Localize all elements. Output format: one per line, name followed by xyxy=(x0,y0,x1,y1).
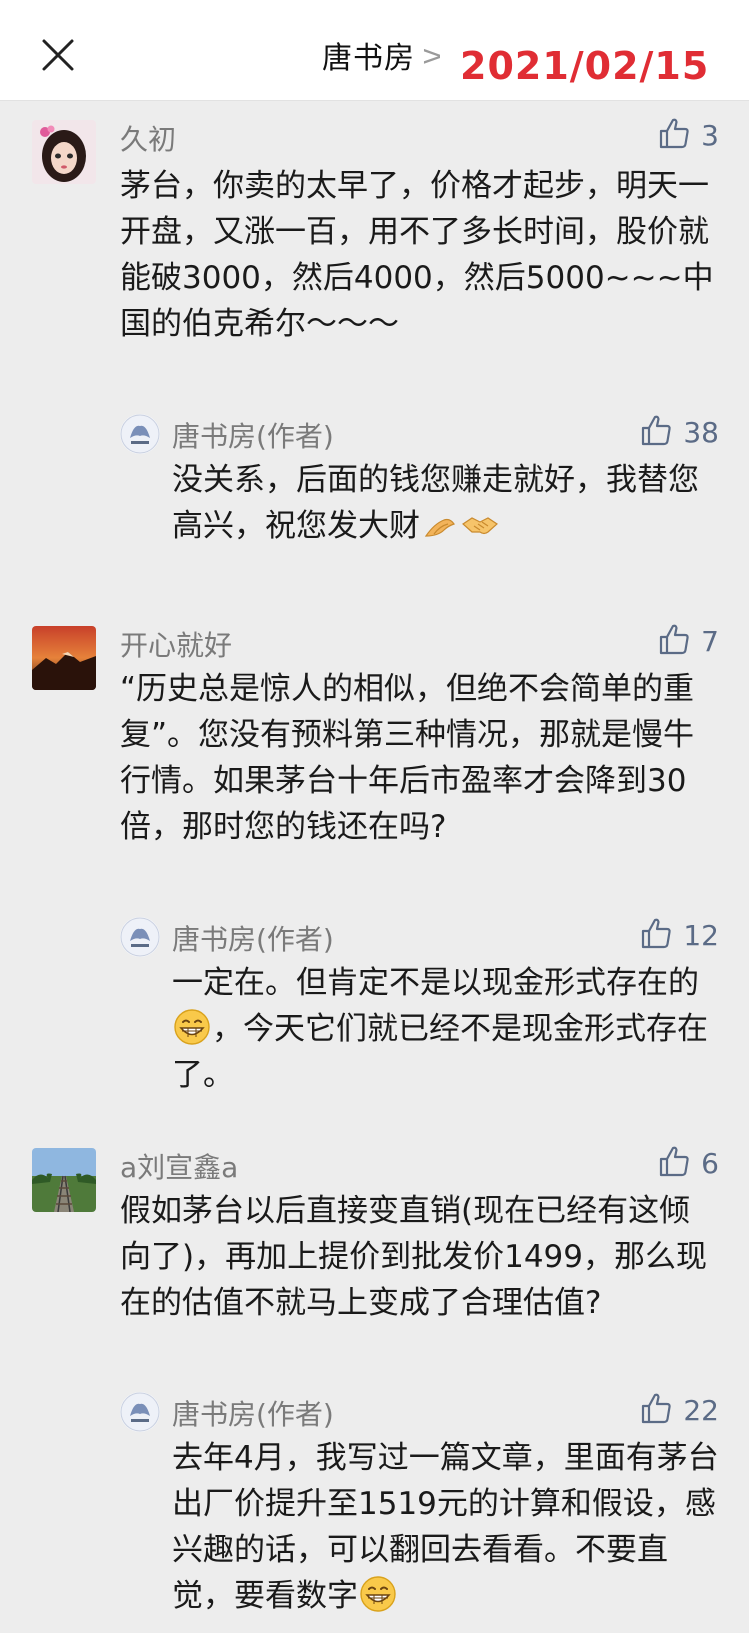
reply-author-name: 唐书房(作者) xyxy=(172,1398,334,1431)
close-icon[interactable] xyxy=(38,35,78,75)
like-count: 38 xyxy=(683,415,719,449)
thumbs-up-icon xyxy=(657,622,691,660)
like-button[interactable]: 7 xyxy=(657,622,719,660)
page-title-link[interactable]: 唐书房 > xyxy=(322,30,444,80)
avatar[interactable] xyxy=(32,626,96,690)
reply-like-button[interactable]: 38 xyxy=(639,413,719,451)
grinning-emoji xyxy=(172,1007,212,1047)
reply-like-button[interactable]: 22 xyxy=(639,1391,719,1429)
commenter-name: 开心就好 xyxy=(120,629,233,662)
comment-text: “历史总是惊人的相似，但绝不会简单的重复”。您没有预料第三种情况，那就是慢牛行情… xyxy=(120,671,695,845)
author-avatar[interactable] xyxy=(120,1392,160,1432)
thumbs-up-icon xyxy=(639,413,673,451)
author-avatar[interactable] xyxy=(120,917,160,957)
reply-text: 去年4月，我写过一篇文章，里面有茅台出厂价提升至1519元的计算和假设，感兴趣的… xyxy=(172,1435,722,1619)
avatar[interactable] xyxy=(32,1148,96,1212)
reply-author-name: 唐书房(作者) xyxy=(172,923,334,956)
reply-author-name: 唐书房(作者) xyxy=(172,420,334,453)
like-count: 7 xyxy=(701,624,719,658)
grinning-emoji xyxy=(358,1574,398,1614)
date-stamp: 2021/02/15 xyxy=(440,36,718,100)
avatar[interactable] xyxy=(32,120,96,184)
thumbs-up-icon xyxy=(657,116,691,154)
thumbs-up-icon xyxy=(639,916,673,954)
reply-text-part-a: 一定在。但肯定不是以现金形式存在的 xyxy=(172,965,699,1001)
like-button[interactable]: 6 xyxy=(657,1144,719,1182)
like-count: 3 xyxy=(701,118,719,152)
like-button[interactable]: 3 xyxy=(657,116,719,154)
like-count: 22 xyxy=(683,1393,719,1427)
thumbs-up-icon xyxy=(657,1144,691,1182)
praying-hands-emoji xyxy=(420,504,460,544)
handshake-emoji xyxy=(460,504,500,544)
reply-text: 一定在。但肯定不是以现金形式存在的 ，今天它们就已经不是现金形式存在了。 xyxy=(172,960,722,1098)
like-count: 12 xyxy=(683,918,719,952)
reply-text: 没关系，后面的钱您赚走就好，我替您高兴，祝您发大财 xyxy=(172,457,722,549)
reply-text-part-b: ，今天它们就已经不是现金形式存在了。 xyxy=(172,1011,708,1093)
reply-text-content: 去年4月，我写过一篇文章，里面有茅台出厂价提升至1519元的计算和假设，感兴趣的… xyxy=(172,1440,719,1614)
commenter-name: a刘宣鑫a xyxy=(120,1151,239,1184)
page-title: 唐书房 xyxy=(322,41,415,76)
reply-like-button[interactable]: 12 xyxy=(639,916,719,954)
comment-text: 茅台，你卖的太早了，价格才起步，明天一开盘，又涨一百，用不了多长时间，股价就能破… xyxy=(120,168,714,342)
like-count: 6 xyxy=(701,1146,719,1180)
author-avatar[interactable] xyxy=(120,414,160,454)
commenter-name: 久初 xyxy=(120,123,177,156)
comment-text: 假如茅台以后直接变直销(现在已经有这倾向了)，再加上提价到批发价1499，那么现… xyxy=(120,1193,707,1321)
thumbs-up-icon xyxy=(639,1391,673,1429)
